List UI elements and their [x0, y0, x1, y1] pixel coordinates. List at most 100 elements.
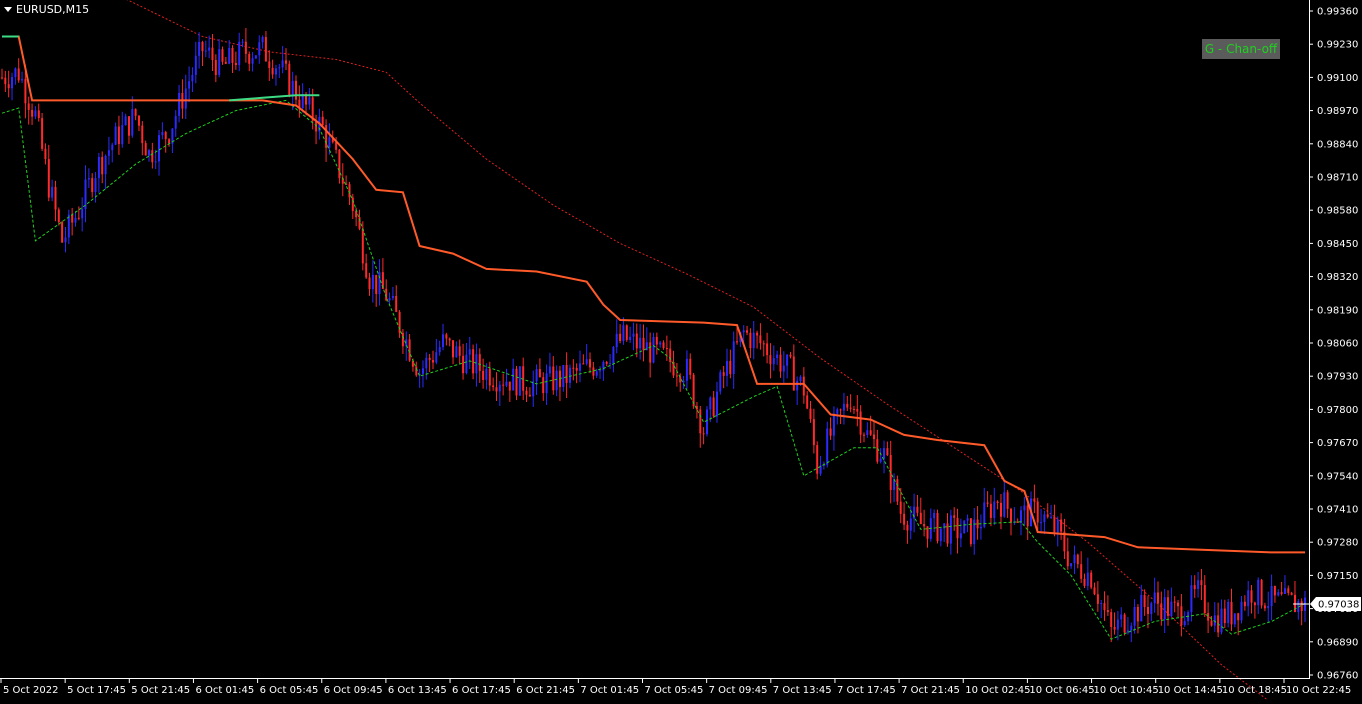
candle-body — [776, 354, 779, 359]
candle-body — [388, 298, 391, 301]
candle-body — [158, 135, 160, 162]
candle-body — [1040, 522, 1043, 524]
candle-body — [271, 67, 274, 75]
candle-body — [1273, 586, 1276, 596]
candle-body — [569, 367, 571, 383]
chart-canvas[interactable]: 0.99360 0.99230 0.99100 0.98970 0.98840 0.987… — [0, 0, 1362, 704]
candle-body — [1167, 597, 1169, 616]
candle-body — [903, 513, 906, 525]
candle-body — [979, 526, 982, 529]
x-tick-label: 10 Oct 06:45 — [1029, 685, 1094, 696]
x-tick-label: 7 Oct 05:45 — [645, 685, 704, 696]
y-tick-label: 0.99360 — [1317, 7, 1358, 18]
candle-body — [295, 80, 297, 100]
candle-body — [816, 445, 819, 474]
candle-body — [1133, 606, 1136, 626]
candle-body — [1106, 610, 1109, 613]
candle-body — [478, 354, 481, 371]
candle-body — [17, 68, 20, 81]
candle-body — [1153, 592, 1156, 604]
candle-body — [1020, 510, 1022, 523]
chart-title-bar[interactable]: EURUSD,M15 — [4, 3, 89, 17]
candle-body — [161, 132, 164, 136]
x-tick-label: 6 Oct 13:45 — [388, 685, 447, 696]
candle-body — [128, 116, 130, 136]
indicator-badge[interactable]: G - Chan-off — [1202, 39, 1280, 59]
candle-body — [1026, 505, 1029, 527]
candle-body — [138, 115, 140, 126]
candle-body — [759, 335, 762, 344]
candle-body — [1157, 592, 1159, 604]
candle-body — [1173, 601, 1176, 603]
candle-body — [214, 60, 217, 75]
candle-body — [1086, 572, 1089, 586]
candle-body — [4, 77, 7, 85]
candle-body — [1170, 601, 1173, 616]
y-tick-label: 0.97540 — [1317, 471, 1358, 482]
candle-body — [883, 448, 885, 459]
candle-body — [475, 354, 478, 374]
x-tick-label: 7 Oct 13:45 — [773, 685, 832, 696]
candle-body — [498, 384, 501, 392]
candle-body — [21, 79, 23, 81]
candle-body — [782, 365, 785, 372]
candle-body — [268, 61, 271, 68]
candle-body — [1066, 551, 1069, 567]
candle-body — [716, 391, 718, 417]
candle-body — [14, 68, 17, 78]
candle-body — [391, 296, 394, 299]
candle-body — [582, 363, 585, 365]
candle-body — [87, 178, 90, 180]
x-tick-label: 10 Oct 10:45 — [1094, 685, 1159, 696]
candle-body — [936, 513, 939, 542]
y-tick-label: 0.97800 — [1317, 405, 1358, 416]
candle-body — [762, 343, 765, 345]
candle-body — [174, 115, 177, 129]
candle-body — [1073, 554, 1076, 564]
candle-body — [749, 332, 752, 349]
candle-body — [428, 357, 431, 361]
candle-body — [81, 209, 84, 219]
candle-body — [642, 337, 645, 351]
candle-body — [522, 366, 525, 391]
candle-body — [515, 368, 518, 396]
candle-body — [1203, 585, 1206, 613]
candle-body — [742, 330, 745, 333]
y-tick-label: 0.98190 — [1317, 305, 1358, 316]
candle-body — [622, 325, 625, 341]
candle-body — [545, 373, 548, 394]
candle-body — [1237, 613, 1240, 621]
candle-body — [151, 150, 154, 163]
y-tick-label: 0.96760 — [1317, 671, 1358, 682]
candle-body — [612, 347, 615, 364]
candle-body — [859, 411, 862, 435]
candle-body — [1080, 564, 1083, 579]
candle-body — [943, 523, 946, 529]
candle-body — [635, 333, 638, 349]
candle-body — [769, 355, 772, 365]
candle-body — [772, 358, 775, 365]
candle-body — [1280, 592, 1283, 594]
candle-body — [752, 332, 755, 349]
candle-body — [47, 159, 50, 198]
x-tick-label: 5 Oct 17:45 — [67, 685, 126, 696]
candle-body — [719, 372, 722, 392]
candle-body — [1016, 521, 1019, 523]
y-tick-label: 0.97670 — [1317, 438, 1358, 449]
candle-body — [485, 368, 488, 380]
candle-body — [361, 228, 364, 264]
candle-body — [117, 126, 120, 145]
candle-body — [602, 362, 605, 371]
chevron-down-icon[interactable] — [4, 6, 12, 12]
candle-body — [565, 365, 568, 383]
price-chart[interactable]: 0.99360 0.99230 0.99100 0.98970 0.98840 0.987… — [0, 0, 1362, 704]
candle-body — [953, 515, 956, 518]
candle-body — [532, 381, 535, 397]
candle-body — [899, 501, 902, 514]
candle-body — [956, 517, 959, 539]
candle-body — [1050, 516, 1053, 518]
candle-body — [896, 479, 899, 502]
candle-body — [1143, 595, 1146, 607]
candle-body — [1083, 578, 1086, 586]
candle-body — [375, 274, 378, 294]
